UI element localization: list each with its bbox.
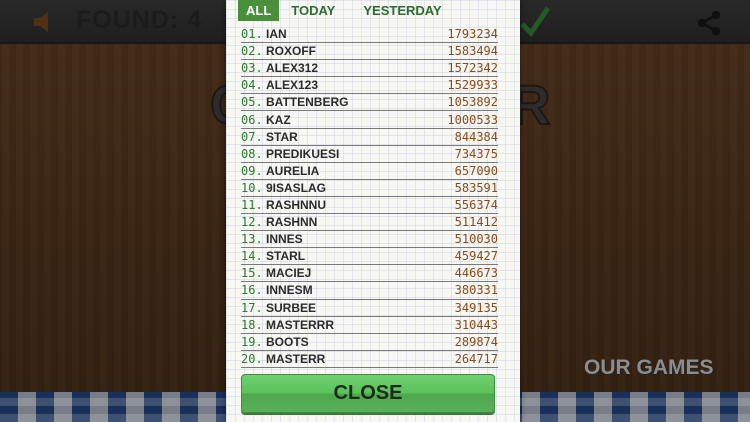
rank-label: 02.	[241, 44, 263, 59]
player-score: 1583494	[447, 44, 498, 59]
player-name: MACIEJ	[266, 266, 312, 281]
rank-label: 16.	[241, 283, 263, 298]
player-name: ROXOFF	[266, 44, 316, 59]
player-name: BOOTS	[266, 334, 309, 349]
leaderboard-row: 04. ALEX123 1529933	[241, 77, 498, 95]
rank-label: 07.	[241, 129, 263, 144]
rank-label: 06.	[241, 112, 263, 127]
leaderboard-panel: ALL TODAY YESTERDAY 01. IAN 1793234 02. ROXO…	[226, 0, 520, 422]
rank-label: 12.	[241, 215, 263, 230]
close-button[interactable]: CLOSE	[241, 374, 495, 413]
player-score: 349135	[454, 300, 498, 315]
leaderboard-row: 14. STARL 459427	[241, 248, 498, 266]
leaderboard-list: 01. IAN 1793234 02. ROXOFF 1583494 03. ALEX312 1…	[241, 26, 498, 368]
leaderboard-row: 16. INNESM 380331	[241, 282, 498, 300]
player-name: RASHNN	[266, 215, 318, 230]
player-name: MASTERR	[266, 351, 326, 366]
player-score: 380331	[454, 283, 498, 298]
player-score: 657090	[454, 163, 498, 178]
leaderboard-row: 06. KAZ 1000533	[241, 111, 498, 129]
rank-label: 10.	[241, 180, 263, 195]
player-score: 734375	[454, 146, 498, 161]
player-score: 1529933	[447, 78, 498, 93]
player-score: 510030	[454, 232, 498, 247]
player-name: ALEX312	[266, 61, 319, 76]
player-score: 511412	[454, 215, 498, 230]
player-name: SURBEE	[266, 300, 317, 315]
rank-label: 20.	[241, 351, 263, 366]
player-score: 446673	[454, 266, 498, 281]
leaderboard-row: 18. MASTERRR 310443	[241, 317, 498, 334]
player-name: AURELIA	[266, 163, 320, 178]
leaderboard-row: 19. BOOTS 289874	[241, 334, 498, 351]
rank-label: 15.	[241, 266, 263, 281]
rank-label: 03.	[241, 61, 263, 76]
player-name: STAR	[266, 129, 298, 144]
leaderboard-row: 17. SURBEE 349135	[241, 300, 498, 317]
leaderboard-row: 05. BATTENBERG 1053892	[241, 94, 498, 112]
player-name: MASTERRR	[266, 317, 334, 332]
rank-label: 01.	[241, 27, 263, 42]
player-score: 1000533	[447, 112, 498, 127]
leaderboard-row: 13. INNES 510030	[241, 231, 498, 249]
leaderboard-row: 20. MASTERR 264717	[241, 351, 498, 368]
rank-label: 11.	[241, 197, 263, 212]
leaderboard-row: 08. PREDIKUESI 734375	[241, 146, 498, 163]
rank-label: 09.	[241, 163, 263, 178]
tab-all[interactable]: ALL	[238, 0, 280, 21]
player-name: ALEX123	[266, 78, 319, 93]
leaderboard-row: 01. IAN 1793234	[241, 26, 498, 44]
player-name: KAZ	[266, 112, 291, 127]
rank-label: 04.	[241, 78, 263, 93]
player-score: 1793234	[447, 27, 498, 42]
player-score: 1572342	[447, 61, 498, 76]
player-score: 264717	[454, 351, 498, 366]
leaderboard-row: 07. STAR 844384	[241, 129, 498, 146]
player-name: INNESM	[266, 283, 313, 298]
rank-label: 14.	[241, 249, 263, 264]
player-score: 1053892	[447, 95, 498, 110]
player-score: 459427	[454, 249, 498, 264]
player-score: 844384	[454, 129, 498, 144]
tab-yesterday[interactable]: YESTERDAY	[355, 0, 449, 21]
rank-label: 05.	[241, 95, 263, 110]
rank-label: 18.	[241, 317, 263, 332]
player-score: 583591	[454, 180, 498, 195]
player-name: STARL	[266, 249, 306, 264]
rank-label: 17.	[241, 300, 263, 315]
leaderboard-row: 02. ROXOFF 1583494	[241, 43, 498, 61]
player-name: BATTENBERG	[266, 95, 349, 110]
player-name: PREDIKUESI	[266, 146, 340, 161]
player-name: IAN	[266, 27, 287, 42]
leaderboard-row: 11. RASHNNU 556374	[241, 197, 498, 215]
player-score: 289874	[454, 334, 498, 349]
player-name: INNES	[266, 232, 303, 247]
leaderboard-row: 10. 9ISASLAG 583591	[241, 180, 498, 197]
rank-label: 08.	[241, 146, 263, 161]
leaderboard-tabs: ALL TODAY YESTERDAY	[238, 0, 450, 21]
rank-label: 13.	[241, 232, 263, 247]
rank-label: 19.	[241, 334, 263, 349]
player-score: 556374	[454, 197, 498, 212]
tab-today[interactable]: TODAY	[283, 0, 343, 21]
leaderboard-row: 03. ALEX312 1572342	[241, 60, 498, 78]
player-name: RASHNNU	[266, 197, 326, 212]
player-score: 310443	[454, 317, 498, 332]
leaderboard-row: 15. MACIEJ 446673	[241, 265, 498, 283]
player-name: 9ISASLAG	[266, 180, 327, 195]
leaderboard-row: 09. AURELIA 657090	[241, 163, 498, 180]
leaderboard-row: 12. RASHNN 511412	[241, 214, 498, 232]
